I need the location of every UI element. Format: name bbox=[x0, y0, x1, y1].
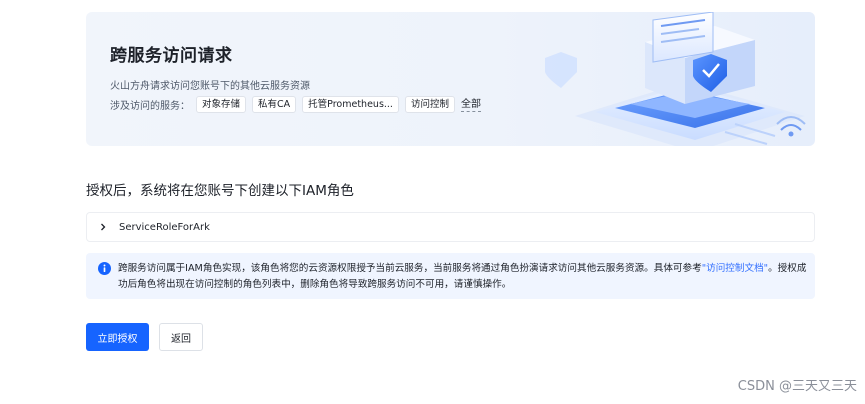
info-icon bbox=[98, 262, 111, 275]
info-notice: 跨服务访问属于IAM角色实现，该角色将您的云资源权限授予当前云服务，当前服务将通… bbox=[86, 253, 815, 299]
role-item-expander[interactable]: ServiceRoleForArk bbox=[86, 212, 815, 242]
page-title: 跨服务访问请求 bbox=[110, 46, 233, 66]
role-name: ServiceRoleForArk bbox=[119, 221, 210, 233]
back-button[interactable]: 返回 bbox=[159, 323, 203, 351]
service-tag-access-control: 访问控制 bbox=[404, 96, 455, 113]
notice-text-part: 跨服务访问属于IAM角色实现，该角色将您的云资源权限授予当前云服务，当前服务将通… bbox=[118, 263, 702, 274]
banner-description: 火山方舟请求访问您账号下的其他云服务资源 bbox=[110, 81, 310, 92]
services-row: 涉及访问的服务： 对象存储 私有CA 托管Prometheus... 访问控制 … bbox=[110, 96, 481, 113]
authorize-button[interactable]: 立即授权 bbox=[86, 323, 149, 351]
service-tag-private-ca: 私有CA bbox=[252, 96, 297, 113]
service-tag-prometheus: 托管Prometheus... bbox=[302, 96, 399, 113]
access-control-doc-link[interactable]: "访问控制文档" bbox=[702, 263, 768, 274]
watermark: CSDN @三天又三天 bbox=[737, 379, 857, 394]
show-all-services-link[interactable]: 全部 bbox=[460, 98, 481, 112]
security-illustration-icon bbox=[545, 12, 806, 146]
chevron-right-icon bbox=[101, 223, 106, 231]
access-request-banner: 跨服务访问请求 火山方舟请求访问您账号下的其他云服务资源 涉及访问的服务： 对象… bbox=[86, 12, 815, 146]
service-tag-object-storage: 对象存储 bbox=[196, 96, 247, 113]
services-label: 涉及访问的服务： bbox=[110, 101, 190, 112]
section-title: 授权后，系统将在您账号下创建以下IAM角色 bbox=[86, 183, 354, 199]
notice-text: 跨服务访问属于IAM角色实现，该角色将您的云资源权限授予当前云服务，当前服务将通… bbox=[118, 261, 808, 293]
